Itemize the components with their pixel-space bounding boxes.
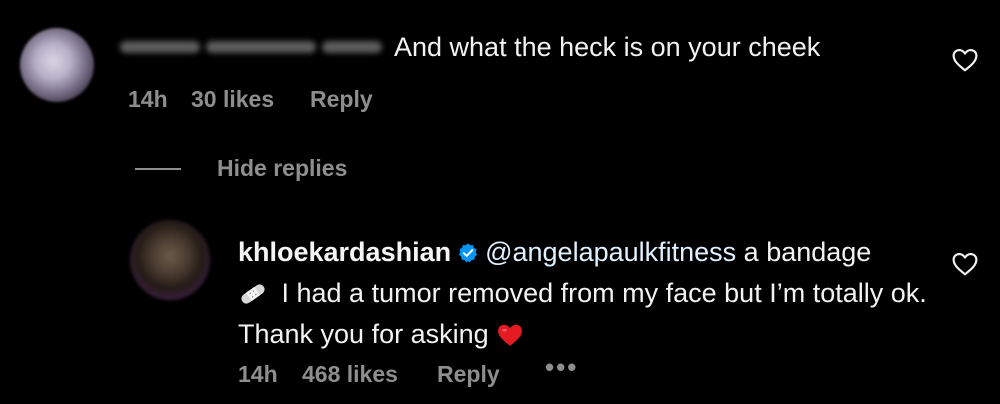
blurred-username[interactable] (120, 30, 390, 64)
reply-timestamp: 14h (238, 361, 278, 387)
reply-button[interactable]: Reply (437, 359, 500, 389)
reply-avatar[interactable] (130, 220, 210, 300)
more-options-button[interactable]: ••• (545, 352, 578, 383)
reply-button[interactable]: Reply (310, 84, 373, 114)
red-heart-emoji-icon (497, 324, 522, 346)
hide-replies-button[interactable]: Hide replies (217, 153, 347, 183)
comment-timestamp: 14h (128, 86, 168, 112)
thread-line-divider (135, 168, 181, 170)
heart-outline-icon[interactable] (952, 252, 978, 276)
reply-username[interactable]: khloekardashian (238, 237, 451, 267)
reply-likes-count[interactable]: 468 likes (302, 359, 398, 389)
bandage-emoji-icon (241, 284, 265, 304)
reply-text-part2: I had a tumor removed from my face but I… (238, 278, 927, 349)
verified-badge-icon (459, 243, 478, 263)
reply-text-part1: a bandage (736, 237, 872, 267)
comment-text: And what the heck is on your cheek (394, 32, 821, 62)
commenter-avatar[interactable] (20, 28, 94, 102)
mention-link[interactable]: @angelapaulkfitness (485, 237, 736, 267)
heart-outline-icon[interactable] (952, 48, 978, 72)
comment-likes-count[interactable]: 30 likes (191, 84, 274, 114)
reply-comment: khloekardashian @angelapaulkfitness a ba… (238, 232, 938, 355)
